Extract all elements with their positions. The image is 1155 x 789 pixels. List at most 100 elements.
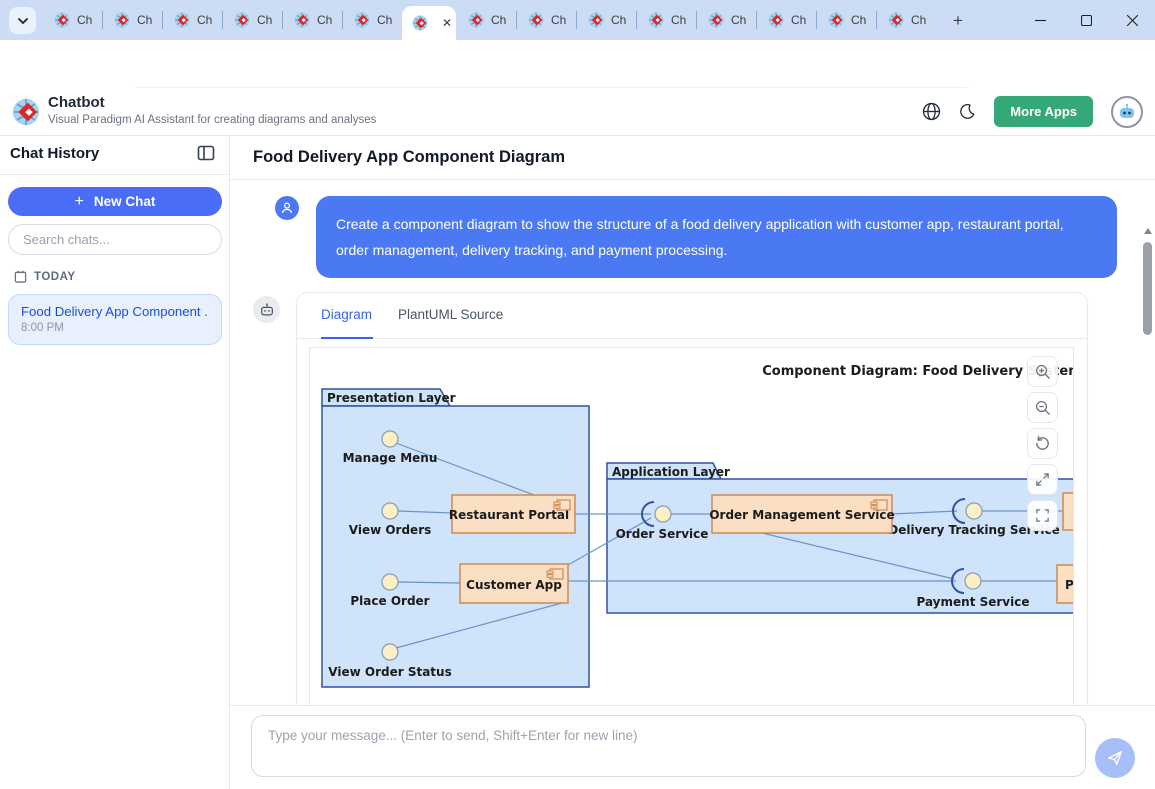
window-controls [1017,0,1155,40]
component-clipped-top [1063,493,1074,530]
zoom-out-button[interactable] [1027,392,1058,423]
fullscreen-button[interactable] [1027,500,1058,531]
browser-tab[interactable]: Ch [516,0,576,40]
collapse-sidebar-icon[interactable] [197,144,215,162]
message-composer [230,705,1155,789]
visual-paradigm-favicon [588,12,604,28]
chat-item-time: 8:00 PM [21,322,209,334]
tab-search-button[interactable] [9,7,36,34]
visual-paradigm-favicon [528,12,544,28]
user-message: Create a component diagram to show the s… [316,196,1117,278]
main-panel: Food Delivery App Component Diagram Crea… [230,136,1155,789]
message-input[interactable] [251,715,1086,777]
reset-view-button[interactable] [1027,428,1058,459]
search-chats-input[interactable] [8,224,222,255]
send-plane-icon [1106,749,1124,767]
package-label: Presentation Layer [327,391,456,405]
calendar-icon [14,270,27,283]
visual-paradigm-favicon [354,12,370,28]
browser-tab[interactable]: Ch [456,0,516,40]
chevron-down-icon [17,15,29,27]
sidebar-divider [0,174,229,175]
send-button[interactable] [1095,738,1135,778]
sidebar-title: Chat History [10,145,99,162]
svg-text:Customer App: Customer App [466,578,562,592]
tab-close-icon[interactable]: ✕ [442,17,452,29]
dark-mode-moon-icon[interactable] [959,103,976,120]
package-label: Application Layer [612,465,730,479]
expand-button[interactable] [1027,464,1058,495]
chat-history-item[interactable]: Food Delivery App Component ... 8:00 PM [8,294,222,345]
visual-paradigm-favicon [54,12,70,28]
conversation-scrollbar[interactable] [1140,224,1155,705]
browser-tab[interactable]: Ch [816,0,876,40]
package-presentation-layer: Presentation Layer [322,389,589,687]
browser-tab[interactable]: Ch [576,0,636,40]
zoom-in-button[interactable] [1027,356,1058,387]
svg-text:P: P [1065,578,1074,592]
tab-title: Ch [791,13,806,27]
tab-title: Ch [317,13,332,27]
svg-text:Order Management Service: Order Management Service [709,508,894,522]
section-label: TODAY [34,271,76,283]
maximize-button[interactable] [1063,0,1109,40]
browser-tab[interactable]: Ch [102,0,162,40]
browser-tab[interactable]: Ch [342,0,402,40]
close-window-button[interactable] [1109,0,1155,40]
svg-text:Place Order: Place Order [350,594,429,608]
visual-paradigm-favicon [888,12,904,28]
new-tab-button[interactable]: + [946,9,970,33]
browser-toolbar: ai-toolbox.visual-paradigm.com/app/chatb… [0,40,1155,88]
tab-title: Ch [731,13,746,27]
browser-tab[interactable]: Ch [876,0,936,40]
browser-tab[interactable]: Ch [282,0,342,40]
browser-tab[interactable]: Ch [636,0,696,40]
diagram-viewport[interactable]: Component Diagram: Food Delivery System … [309,347,1074,705]
component-customer-app: Customer App [460,564,568,603]
visual-paradigm-favicon [294,12,310,28]
tab-title: Ch [671,13,686,27]
tab-title: Ch [197,13,212,27]
person-icon [280,201,294,215]
scroll-up-arrow[interactable] [1140,224,1155,238]
component-restaurant-portal: Restaurant Portal [449,495,575,533]
app-subtitle: Visual Paradigm AI Assistant for creatin… [48,114,376,126]
tab-title: Ch [257,13,272,27]
active-tab-underline [321,337,373,339]
robot-icon [259,302,275,318]
browser-tab[interactable]: Ch [696,0,756,40]
tab-title: Ch [611,13,626,27]
browser-tab[interactable]: Ch [756,0,816,40]
chat-history-sidebar: Chat History + New Chat TODAY Food Deliv… [0,136,230,789]
new-chat-button[interactable]: + New Chat [8,187,222,216]
chatbot-avatar-icon[interactable] [1111,96,1143,128]
tab-title: Ch [77,13,92,27]
browser-tab[interactable]: Ch [42,0,102,40]
visual-paradigm-favicon [768,12,784,28]
browser-tab[interactable]: Ch [222,0,282,40]
tab-title: Ch [851,13,866,27]
page-title: Food Delivery App Component Diagram [253,148,565,167]
diagram-card-tabs: Diagram PlantUML Source [297,293,1087,339]
visual-paradigm-favicon [708,12,724,28]
svg-text:Manage Menu: Manage Menu [343,451,438,465]
component-diagram: Component Diagram: Food Delivery System … [310,348,1074,705]
browser-tab[interactable]: Ch [162,0,222,40]
tab-title: Ch [491,13,506,27]
minimize-button[interactable] [1017,0,1063,40]
tab-diagram[interactable]: Diagram [321,307,372,322]
scrollbar-thumb[interactable] [1143,242,1152,335]
tab-title: Ch [551,13,566,27]
visual-paradigm-logo [12,98,40,126]
chat-item-title: Food Delivery App Component ... [21,304,209,319]
conversation-area: Create a component diagram to show the s… [230,180,1155,705]
svg-text:View Orders: View Orders [349,523,432,537]
more-apps-button[interactable]: More Apps [994,96,1093,127]
visual-paradigm-favicon [234,12,250,28]
browser-tab-active[interactable]: ✕ [402,6,456,40]
language-globe-icon[interactable] [922,102,941,121]
tab-plantuml-source[interactable]: PlantUML Source [398,307,503,322]
assistant-reply-card: Diagram PlantUML Source Component Diagra… [296,292,1088,705]
component-clipped-bottom: P [1057,565,1074,603]
svg-text:Payment Service: Payment Service [916,595,1029,609]
